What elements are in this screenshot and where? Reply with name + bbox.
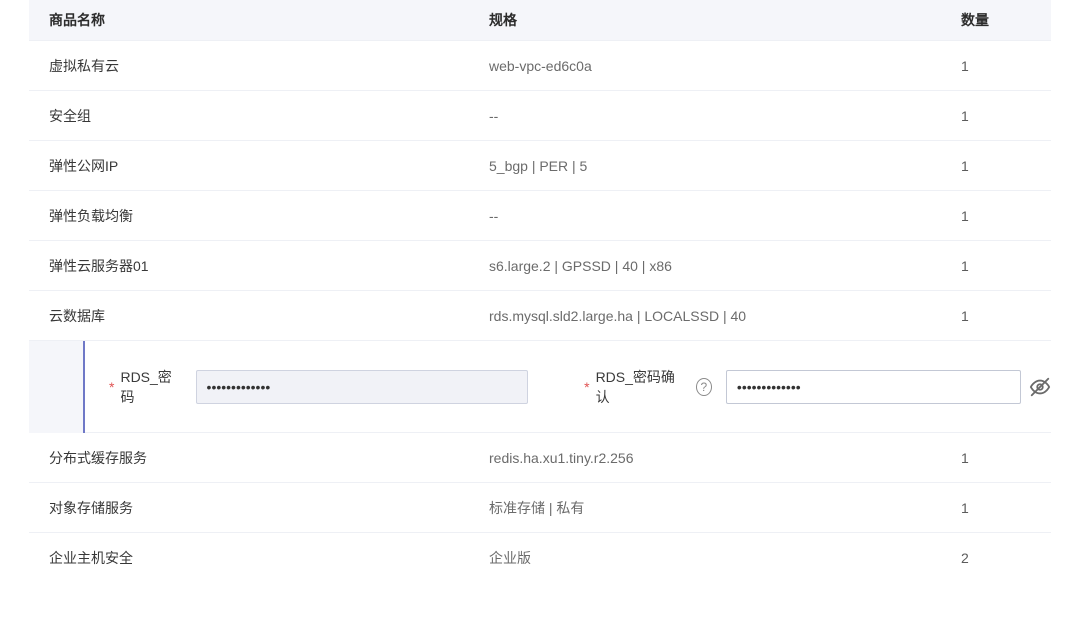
cell-name: 虚拟私有云 [29, 56, 489, 76]
table-row: 对象存储服务 标准存储 | 私有 1 [29, 482, 1051, 532]
cell-spec: 企业版 [489, 548, 961, 568]
cell-name: 云数据库 [29, 306, 489, 326]
cell-qty: 1 [961, 450, 1051, 466]
cell-spec: rds.mysql.sld2.large.ha | LOCALSSD | 40 [489, 308, 961, 324]
rds-password-confirm-label-text: RDS_密码确认 [596, 367, 678, 407]
required-mark: * [584, 379, 589, 395]
cell-qty: 1 [961, 500, 1051, 516]
header-qty: 数量 [961, 10, 1051, 30]
rds-password-confirm-label: * RDS_密码确认 [584, 367, 682, 407]
cell-spec: redis.ha.xu1.tiny.r2.256 [489, 450, 961, 466]
table-row: 安全组 -- 1 [29, 90, 1051, 140]
cell-qty: 1 [961, 258, 1051, 274]
table-row: 弹性云服务器01 s6.large.2 | GPSSD | 40 | x86 1 [29, 240, 1051, 290]
table-header-row: 商品名称 规格 数量 [29, 0, 1051, 40]
help-icon[interactable]: ? [696, 378, 712, 396]
cell-name: 弹性云服务器01 [29, 256, 489, 276]
header-name: 商品名称 [29, 10, 489, 30]
rds-password-panel: * RDS_密码 * RDS_密码确认 ? [29, 340, 1051, 432]
cell-spec: -- [489, 108, 961, 124]
cell-spec: -- [489, 208, 961, 224]
rds-password-input[interactable] [196, 370, 528, 404]
cell-spec: 5_bgp | PER | 5 [489, 158, 961, 174]
header-spec: 规格 [489, 10, 961, 30]
cell-qty: 1 [961, 208, 1051, 224]
cell-qty: 1 [961, 58, 1051, 74]
table-row: 虚拟私有云 web-vpc-ed6c0a 1 [29, 40, 1051, 90]
table-row: 云数据库 rds.mysql.sld2.large.ha | LOCALSSD … [29, 290, 1051, 340]
cell-qty: 1 [961, 308, 1051, 324]
cell-spec: s6.large.2 | GPSSD | 40 | x86 [489, 258, 961, 274]
table-row: 企业主机安全 企业版 2 [29, 532, 1051, 582]
cell-qty: 1 [961, 108, 1051, 124]
cell-name: 对象存储服务 [29, 498, 489, 518]
cell-qty: 2 [961, 550, 1051, 566]
cell-spec: 标准存储 | 私有 [489, 498, 961, 518]
required-mark: * [109, 379, 114, 395]
expand-indent [29, 341, 83, 433]
cell-name: 企业主机安全 [29, 548, 489, 568]
product-table: 商品名称 规格 数量 虚拟私有云 web-vpc-ed6c0a 1 安全组 --… [29, 0, 1051, 582]
table-row: 弹性公网IP 5_bgp | PER | 5 1 [29, 140, 1051, 190]
table-row: 分布式缓存服务 redis.ha.xu1.tiny.r2.256 1 [29, 432, 1051, 482]
rds-password-label: * RDS_密码 [109, 367, 182, 407]
expand-body: * RDS_密码 * RDS_密码确认 ? [85, 367, 1051, 407]
cell-name: 安全组 [29, 106, 489, 126]
cell-name: 弹性公网IP [29, 156, 489, 176]
cell-spec: web-vpc-ed6c0a [489, 58, 961, 74]
eye-off-icon[interactable] [1029, 376, 1051, 398]
rds-password-label-text: RDS_密码 [120, 367, 177, 407]
cell-name: 弹性负载均衡 [29, 206, 489, 226]
cell-name: 分布式缓存服务 [29, 448, 489, 468]
table-row: 弹性负载均衡 -- 1 [29, 190, 1051, 240]
cell-qty: 1 [961, 158, 1051, 174]
rds-password-confirm-input[interactable] [726, 370, 1021, 404]
